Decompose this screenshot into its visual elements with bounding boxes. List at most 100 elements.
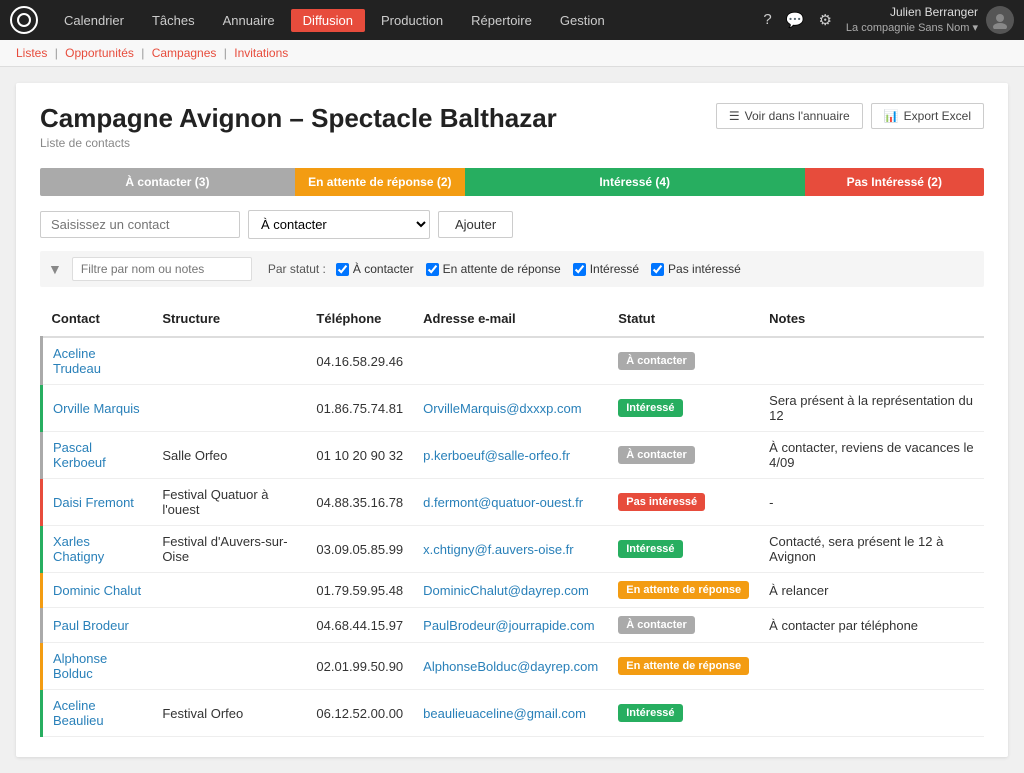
cell-email: PaulBrodeur@jourrapide.com <box>413 608 608 643</box>
filter-check-interesse[interactable]: Intéressé <box>573 262 639 276</box>
table-body: Aceline Trudeau 04.16.58.29.46 À contact… <box>42 337 985 737</box>
ajouter-button[interactable]: Ajouter <box>438 211 513 238</box>
cell-notes: À contacter, reviens de vacances le 4/09 <box>759 432 984 479</box>
status-badge: Intéressé <box>618 399 682 417</box>
cell-telephone: 04.16.58.29.46 <box>306 337 413 385</box>
col-statut: Statut <box>608 303 759 337</box>
btn-voir-annuaire[interactable]: ☰ Voir dans l'annuaire <box>716 103 863 129</box>
filter-check-a-contacter[interactable]: À contacter <box>336 262 414 276</box>
cell-statut: Intéressé <box>608 690 759 737</box>
nav-production[interactable]: Production <box>369 9 455 32</box>
cell-structure <box>152 337 306 385</box>
btn-export-excel[interactable]: 📊 Export Excel <box>871 103 984 129</box>
email-link[interactable]: beaulieuaceline@gmail.com <box>423 706 586 721</box>
cell-contact: Aceline Beaulieu <box>42 690 153 737</box>
user-company[interactable]: La compagnie Sans Nom ▾ <box>846 21 978 35</box>
email-link[interactable]: p.kerboeuf@salle-orfeo.fr <box>423 448 570 463</box>
cell-notes: À contacter par téléphone <box>759 608 984 643</box>
nav-calendrier[interactable]: Calendrier <box>52 9 136 32</box>
cell-statut: Intéressé <box>608 385 759 432</box>
table-row: Aceline Beaulieu Festival Orfeo 06.12.52… <box>42 690 985 737</box>
contacts-table: Contact Structure Téléphone Adresse e-ma… <box>40 303 984 737</box>
cell-telephone: 06.12.52.00.00 <box>306 690 413 737</box>
nav-gestion[interactable]: Gestion <box>548 9 617 32</box>
cell-structure: Festival d'Auvers-sur-Oise <box>152 526 306 573</box>
cell-contact: Paul Brodeur <box>42 608 153 643</box>
right-icons: ? 💬 ⚙ Julien Berranger La compagnie Sans… <box>763 5 1014 35</box>
email-link[interactable]: OrvilleMarquis@dxxxp.com <box>423 401 581 416</box>
cell-statut: En attente de réponse <box>608 573 759 608</box>
cell-structure <box>152 385 306 432</box>
email-link[interactable]: x.chtigny@f.auvers-oise.fr <box>423 542 573 557</box>
segment-a-contacter[interactable]: À contacter (3) <box>40 168 295 196</box>
cell-notes <box>759 337 984 385</box>
cell-contact: Alphonse Bolduc <box>42 643 153 690</box>
cell-notes: Contacté, sera présent le 12 à Avignon <box>759 526 984 573</box>
contact-link[interactable]: Aceline Trudeau <box>53 346 101 376</box>
segment-en-attente[interactable]: En attente de réponse (2) <box>295 168 465 196</box>
par-statut-label: Par statut : <box>268 262 326 276</box>
cell-email: x.chtigny@f.auvers-oise.fr <box>413 526 608 573</box>
cell-statut: Pas intéressé <box>608 479 759 526</box>
status-badge: Pas intéressé <box>618 493 705 511</box>
btn-annuaire-label: Voir dans l'annuaire <box>745 109 850 123</box>
cell-email: DominicChalut@dayrep.com <box>413 573 608 608</box>
contact-link[interactable]: Dominic Chalut <box>53 583 141 598</box>
contact-input[interactable] <box>40 211 240 238</box>
page-title: Campagne Avignon – Spectacle Balthazar <box>40 103 557 134</box>
main-content: Campagne Avignon – Spectacle Balthazar L… <box>16 83 1008 757</box>
email-link[interactable]: PaulBrodeur@jourrapide.com <box>423 618 594 633</box>
cell-contact: Dominic Chalut <box>42 573 153 608</box>
statut-select[interactable]: À contacter En attente de réponse Intére… <box>248 210 430 239</box>
user-fullname: Julien Berranger <box>846 5 978 21</box>
logo-icon[interactable] <box>10 6 38 34</box>
nav-repertoire[interactable]: Répertoire <box>459 9 544 32</box>
top-navigation: Calendrier Tâches Annuaire Diffusion Pro… <box>0 0 1024 40</box>
nav-diffusion[interactable]: Diffusion <box>291 9 365 32</box>
contact-link[interactable]: Aceline Beaulieu <box>53 698 104 728</box>
subnav-invitations[interactable]: Invitations <box>234 46 288 60</box>
status-badge: À contacter <box>618 616 695 634</box>
subnav-opportunites[interactable]: Opportunités <box>65 46 134 60</box>
subnav-listes[interactable]: Listes <box>16 46 47 60</box>
nav-taches[interactable]: Tâches <box>140 9 207 32</box>
filter-check-en-attente[interactable]: En attente de réponse <box>426 262 561 276</box>
contact-link[interactable]: Daisi Fremont <box>53 495 134 510</box>
help-icon[interactable]: ? <box>763 11 771 28</box>
cell-telephone: 01.86.75.74.81 <box>306 385 413 432</box>
page-subtitle: Liste de contacts <box>40 136 557 150</box>
col-email: Adresse e-mail <box>413 303 608 337</box>
subnav-campagnes[interactable]: Campagnes <box>152 46 217 60</box>
filter-check-pas-interesse[interactable]: Pas intéressé <box>651 262 741 276</box>
filter-input[interactable] <box>72 257 252 281</box>
table-row: Aceline Trudeau 04.16.58.29.46 À contact… <box>42 337 985 385</box>
cell-contact: Orville Marquis <box>42 385 153 432</box>
contact-link[interactable]: Xarles Chatigny <box>53 534 104 564</box>
cell-telephone: 04.88.35.16.78 <box>306 479 413 526</box>
table-row: Paul Brodeur 04.68.44.15.97 PaulBrodeur@… <box>42 608 985 643</box>
email-link[interactable]: d.fermont@quatuor-ouest.fr <box>423 495 583 510</box>
chat-icon[interactable]: 💬 <box>786 11 805 29</box>
status-badge: À contacter <box>618 446 695 464</box>
cell-structure <box>152 608 306 643</box>
cell-statut: En attente de réponse <box>608 643 759 690</box>
filter-icon: ▼ <box>48 261 62 277</box>
contact-link[interactable]: Alphonse Bolduc <box>53 651 107 681</box>
cell-contact: Aceline Trudeau <box>42 337 153 385</box>
status-badge: À contacter <box>618 352 695 370</box>
cell-statut: À contacter <box>608 432 759 479</box>
title-block: Campagne Avignon – Spectacle Balthazar L… <box>40 103 557 164</box>
filter-checkboxes: À contacter En attente de réponse Intére… <box>336 262 741 276</box>
cell-telephone: 02.01.99.50.90 <box>306 643 413 690</box>
segment-pas-interesse[interactable]: Pas Intéressé (2) <box>805 168 984 196</box>
contact-link[interactable]: Pascal Kerboeuf <box>53 440 106 470</box>
contact-link[interactable]: Paul Brodeur <box>53 618 129 633</box>
email-link[interactable]: AlphonseBolduc@dayrep.com <box>423 659 598 674</box>
nav-annuaire[interactable]: Annuaire <box>211 9 287 32</box>
contact-link[interactable]: Orville Marquis <box>53 401 140 416</box>
email-link[interactable]: DominicChalut@dayrep.com <box>423 583 589 598</box>
cell-notes: Sera présent à la représentation du 12 <box>759 385 984 432</box>
avatar[interactable] <box>986 6 1014 34</box>
settings-icon[interactable]: ⚙ <box>818 11 831 29</box>
segment-interesse[interactable]: Intéressé (4) <box>465 168 805 196</box>
